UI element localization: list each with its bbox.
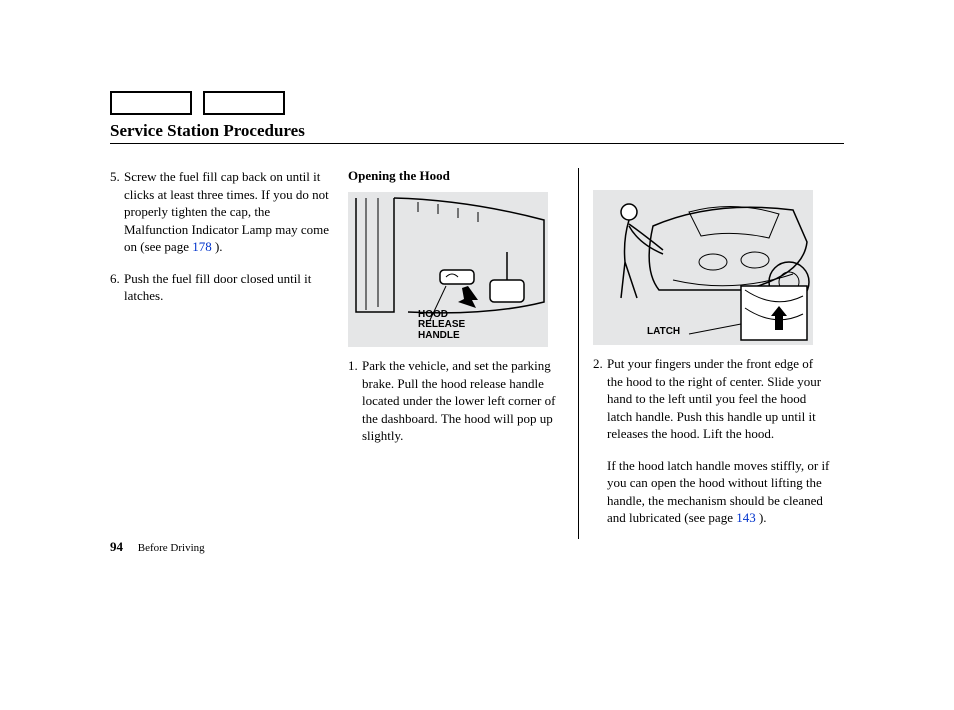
- list-text-after: ).: [215, 239, 223, 254]
- list-body: Screw the fuel fill cap back on until it…: [124, 168, 332, 256]
- page-title: Service Station Procedures: [110, 121, 844, 141]
- list-number: 5.: [110, 168, 124, 256]
- figure-label-hood-release: HOOD RELEASE HANDLE: [418, 310, 465, 342]
- list-body: Park the vehicle, and set the parking br…: [362, 357, 570, 445]
- list-item: 6. Push the fuel fill door closed until …: [110, 270, 332, 305]
- list-number: 2.: [593, 355, 607, 443]
- figure-hood-latch: LATCH: [593, 190, 813, 345]
- spacer: [593, 168, 831, 190]
- column-2: Opening the Hood: [340, 168, 579, 539]
- column-3: LATCH 2. Put your fingers under the fron…: [579, 168, 831, 539]
- list-item: 5. Screw the fuel fill cap back on until…: [110, 168, 332, 256]
- paragraph-text-after: ).: [759, 510, 767, 525]
- paragraph-text: If the hood latch handle moves stiffly, …: [607, 458, 829, 526]
- page-number: 94: [110, 539, 123, 554]
- paragraph: If the hood latch handle moves stiffly, …: [593, 457, 831, 527]
- page-footer: 94 Before Driving: [110, 539, 205, 555]
- figure-label-latch: LATCH: [647, 327, 680, 338]
- hood-latch-illustration: [593, 190, 813, 345]
- list-item: 1. Park the vehicle, and set the parking…: [348, 357, 570, 445]
- page: Service Station Procedures 5. Screw the …: [0, 0, 954, 710]
- list-number: 1.: [348, 357, 362, 445]
- list-text: Push the fuel fill door closed until it …: [124, 271, 311, 304]
- placeholder-box: [203, 91, 285, 115]
- list-body: Push the fuel fill door closed until it …: [124, 270, 332, 305]
- section-name: Before Driving: [138, 542, 205, 554]
- figure-hood-release: HOOD RELEASE HANDLE: [348, 192, 548, 347]
- content-columns: 5. Screw the fuel fill cap back on until…: [110, 168, 844, 539]
- placeholder-box: [110, 91, 192, 115]
- list-text: Screw the fuel fill cap back on until it…: [124, 169, 329, 254]
- list-item: 2. Put your fingers under the front edge…: [593, 355, 831, 443]
- list-body: Put your fingers under the front edge of…: [607, 355, 831, 443]
- sub-heading: Opening the Hood: [348, 168, 570, 184]
- header-placeholder-boxes: [110, 91, 293, 115]
- title-rule: [110, 143, 844, 144]
- column-1: 5. Screw the fuel fill cap back on until…: [110, 168, 340, 539]
- list-number: 6.: [110, 270, 124, 305]
- page-ref-link[interactable]: 143: [736, 510, 756, 525]
- page-ref-link[interactable]: 178: [192, 239, 212, 254]
